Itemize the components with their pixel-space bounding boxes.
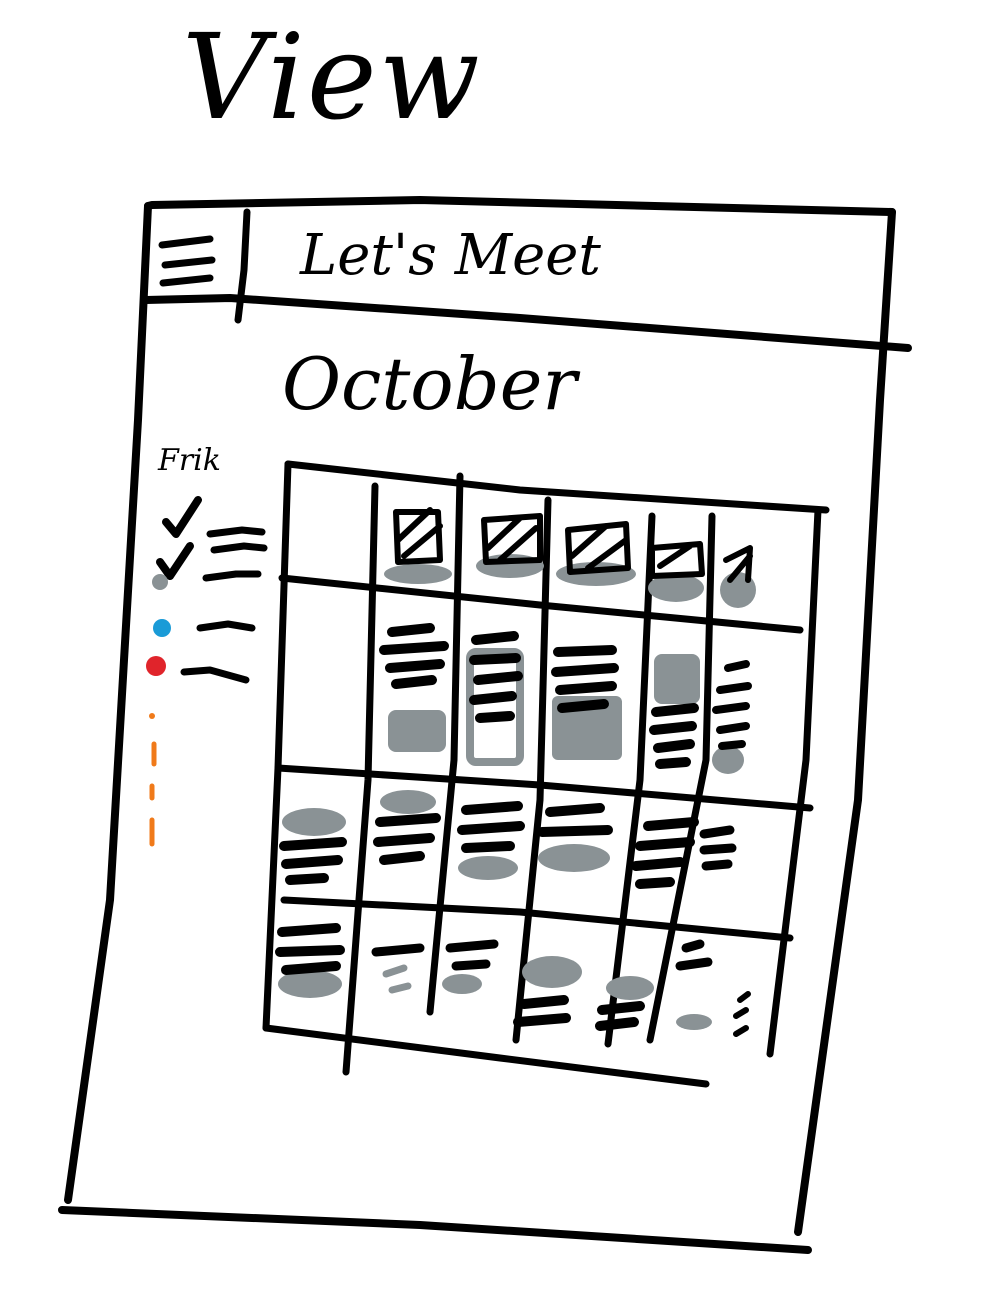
blue-dot-icon <box>153 619 171 637</box>
calendar-cell <box>279 808 347 885</box>
calendar-cell <box>373 790 441 865</box>
calendar-week-2 <box>279 790 737 889</box>
check-icon <box>162 496 202 538</box>
month-title: October <box>282 342 577 426</box>
calendar-cell <box>275 923 345 998</box>
calendar-cell <box>442 939 499 994</box>
calendar-cell <box>551 645 622 760</box>
legend-markers <box>146 496 268 847</box>
calendar-grid <box>262 460 830 1088</box>
calendar-cell <box>649 654 700 769</box>
hamburger-menu-icon[interactable] <box>150 224 230 294</box>
calendar-cell <box>371 943 425 994</box>
calendar-cell <box>537 803 613 872</box>
day-header <box>648 541 705 602</box>
day-header <box>720 545 756 608</box>
app-title: Let's Meet <box>300 223 601 288</box>
grey-dot-icon <box>152 574 168 590</box>
legend-more-indicator <box>149 713 157 847</box>
calendar-cell <box>712 660 752 774</box>
day-header <box>556 521 636 586</box>
sketch-title: View <box>182 8 482 146</box>
legend-item[interactable] <box>162 496 266 538</box>
calendar-cell <box>699 825 737 871</box>
calendar-cell <box>675 939 751 1037</box>
calendar-week-1 <box>379 623 752 774</box>
day-header <box>384 507 452 584</box>
calendar-cell <box>379 623 449 752</box>
calendar-cell <box>466 631 524 766</box>
day-header <box>476 513 544 578</box>
legend-title: Frik <box>158 443 221 478</box>
sketch-canvas <box>58 196 912 1254</box>
red-dot-icon <box>146 656 166 676</box>
calendar-cell <box>513 956 582 1027</box>
check-icon <box>156 542 194 580</box>
calendar-cell <box>457 801 525 880</box>
legend-item[interactable] <box>153 619 256 637</box>
legend-item[interactable] <box>146 656 250 684</box>
